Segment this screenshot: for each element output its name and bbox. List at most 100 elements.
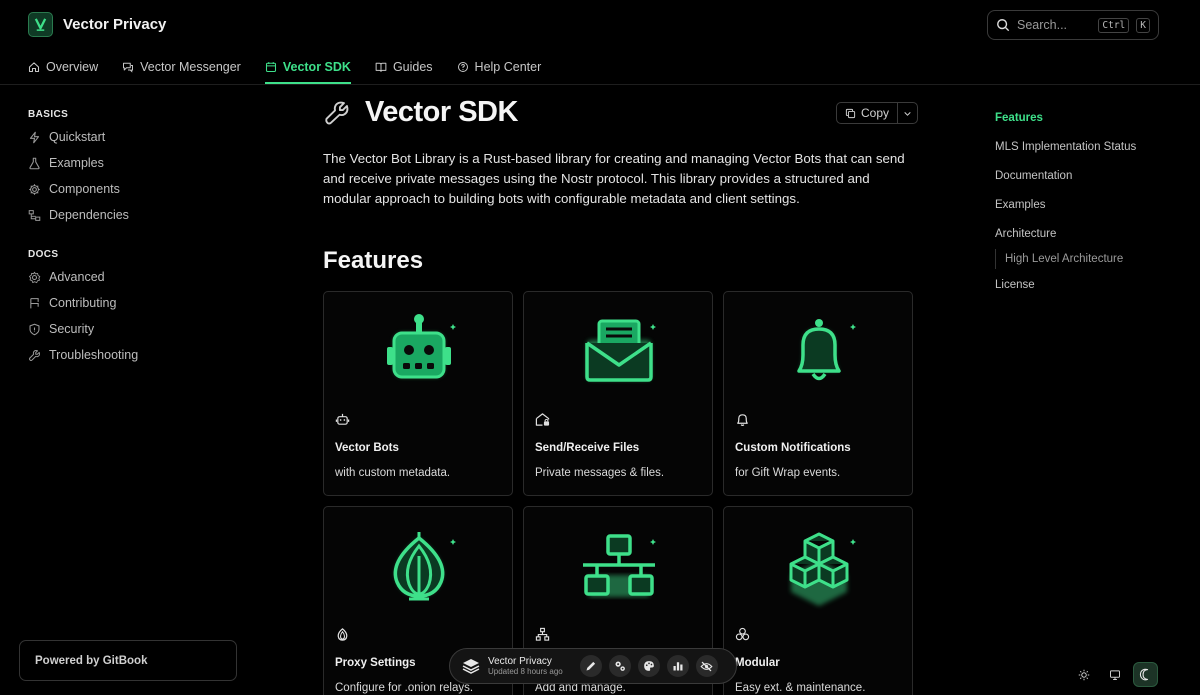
light-theme-button[interactable] (1071, 662, 1096, 687)
toc-item-architecture[interactable]: Architecture (995, 228, 1056, 240)
sidebar-item-label: Components (49, 182, 120, 196)
customize-button[interactable] (637, 655, 660, 677)
home-icon (28, 61, 40, 73)
settings-button[interactable] (608, 655, 631, 677)
network-icon (535, 627, 550, 642)
page-title: Vector SDK (365, 96, 518, 128)
tab-vector-sdk-label: Vector SDK (282, 60, 351, 74)
header-divider (0, 84, 1200, 85)
toc-item-documentation[interactable]: Documentation (995, 170, 1072, 182)
feature-card-vector-bots[interactable]: Vector Bots with custom metadata. (323, 291, 513, 496)
card-description: for Gift Wrap events. (735, 467, 841, 479)
lock-envelope-icon (535, 412, 550, 427)
powered-by-gitbook-link[interactable]: Powered by GitBook (19, 640, 237, 681)
floating-toolbar: Vector Privacy Updated 8 hours ago (449, 648, 737, 684)
tab-guides[interactable]: Guides (375, 50, 433, 84)
tab-vector-sdk[interactable]: Vector SDK (264, 50, 352, 84)
card-title: Modular (735, 657, 780, 669)
shortcut-k: K (1136, 17, 1150, 33)
insights-button[interactable] (666, 655, 689, 677)
tab-vector-messenger[interactable]: Vector Messenger (122, 50, 241, 84)
sidebar-item-troubleshooting[interactable]: Troubleshooting (28, 348, 138, 362)
flask-icon (28, 157, 41, 170)
system-theme-button[interactable] (1102, 662, 1127, 687)
sidebar-item-dependencies[interactable]: Dependencies (28, 208, 129, 222)
hide-toolbar-button[interactable] (695, 655, 718, 677)
sidebar-section-basics: BASICS (28, 109, 69, 120)
card-title: Send/Receive Files (535, 442, 640, 454)
edit-button[interactable] (579, 655, 602, 677)
card-description: Easy ext. & maintenance. (735, 682, 866, 694)
shield-icon (28, 323, 41, 336)
sidebar-item-security[interactable]: Security (28, 322, 94, 336)
intro-paragraph: The Vector Bot Library is a Rust-based l… (323, 151, 905, 206)
tab-guides-label: Guides (392, 60, 433, 74)
gear-icon (28, 183, 41, 196)
toc-item-features[interactable]: Features (995, 112, 1043, 124)
search-icon (996, 18, 1010, 32)
chevron-down-icon (903, 109, 912, 118)
chat-icon (122, 61, 134, 73)
theme-switcher (1071, 662, 1158, 687)
toc-item-license[interactable]: License (995, 279, 1035, 291)
brand-name: Vector Privacy (63, 16, 167, 33)
monitor-icon (1109, 669, 1121, 681)
sidebar-item-label: Contributing (49, 296, 117, 310)
sun-icon (1078, 669, 1090, 681)
tab-overview[interactable]: Overview (28, 50, 98, 84)
bell-illustration (724, 292, 912, 407)
cubes-icon (735, 627, 750, 642)
cog-icon (28, 271, 41, 284)
tab-overview-label: Overview (46, 60, 99, 74)
feature-card-custom-notifications[interactable]: Custom Notifications for Gift Wrap event… (723, 291, 913, 496)
sidebar-item-quickstart[interactable]: Quickstart (28, 130, 105, 144)
site-status: Vector Privacy Updated 8 hours ago (488, 656, 563, 676)
tab-help-center-label: Help Center (474, 60, 542, 74)
page-header: Vector SDK (323, 96, 518, 129)
wrench-icon (28, 349, 41, 362)
sidebar-section-docs: DOCS (28, 249, 59, 260)
onion-icon (335, 627, 350, 642)
sidebar-item-label: Dependencies (49, 208, 129, 222)
toc-item-mls-status[interactable]: MLS Implementation Status (995, 141, 1136, 153)
wrench-icon (323, 99, 351, 127)
palette-icon (643, 660, 655, 672)
copy-button[interactable]: Copy (837, 103, 899, 123)
onion-illustration (324, 507, 512, 622)
sidebar-item-components[interactable]: Components (28, 182, 120, 196)
calendar-icon (265, 61, 277, 73)
robot-icon (335, 412, 350, 427)
sidebar-item-label: Examples (49, 156, 104, 170)
moon-icon (1139, 668, 1152, 681)
eye-slash-icon (700, 660, 713, 673)
card-title: Vector Bots (335, 442, 399, 454)
search-placeholder: Search... (1017, 18, 1068, 32)
vector-logo-icon (28, 12, 53, 37)
card-description: Configure for .onion relays. (335, 682, 474, 694)
toc-item-high-level-architecture[interactable]: High Level Architecture (995, 249, 1123, 269)
network-illustration (524, 507, 712, 622)
feature-card-send-receive-files[interactable]: Send/Receive Files Private messages & fi… (523, 291, 713, 496)
copy-options-dropdown[interactable] (898, 103, 917, 123)
code-branch-icon (28, 297, 41, 310)
sidebar-item-label: Security (49, 322, 95, 336)
tab-help-center[interactable]: Help Center (457, 50, 542, 84)
bar-chart-icon (672, 660, 684, 672)
search-input[interactable]: Search... Ctrl K (987, 10, 1159, 40)
gears-icon (614, 660, 626, 672)
sidebar-item-advanced[interactable]: Advanced (28, 270, 105, 284)
shortcut-ctrl: Ctrl (1098, 17, 1130, 33)
dark-theme-button[interactable] (1133, 662, 1158, 687)
help-icon (457, 61, 469, 73)
updated-time: Updated 8 hours ago (488, 667, 563, 676)
feature-card-modular[interactable]: Modular Easy ext. & maintenance. (723, 506, 913, 695)
mail-illustration (524, 292, 712, 407)
sidebar-item-examples[interactable]: Examples (28, 156, 104, 170)
toc-item-examples[interactable]: Examples (995, 199, 1046, 211)
bell-icon (735, 412, 750, 427)
brand[interactable]: Vector Privacy (28, 12, 166, 37)
sidebar-item-contributing[interactable]: Contributing (28, 296, 116, 310)
card-title: Proxy Settings (335, 657, 416, 669)
cubes-illustration (724, 507, 912, 622)
layers-icon (461, 656, 481, 676)
